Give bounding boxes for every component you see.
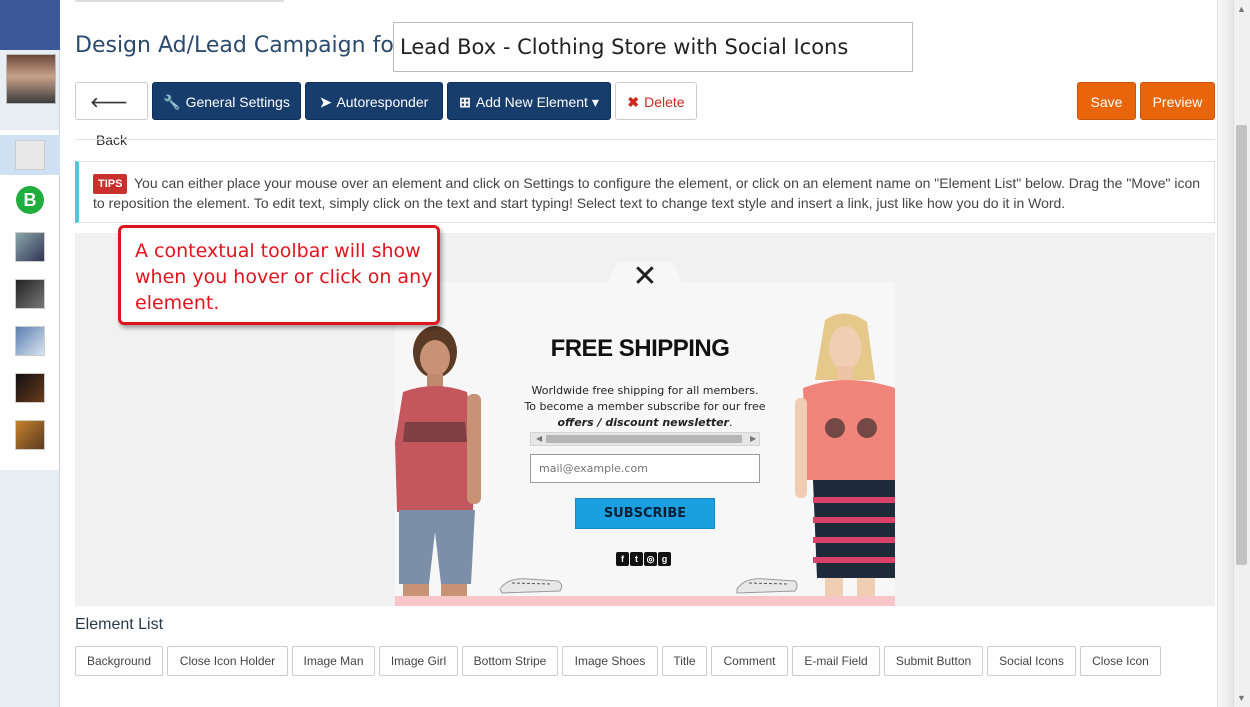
dock-app-icon[interactable] [15, 420, 45, 450]
twitter-icon[interactable]: t [630, 552, 643, 566]
bottom-stripe[interactable] [395, 596, 895, 606]
popup-comment[interactable]: Worldwide free shipping for all members.… [520, 383, 770, 431]
comment-emphasis: offers / discount newsletter [557, 416, 729, 429]
scroll-left-icon[interactable]: ◀ [536, 432, 542, 446]
element-list-item[interactable]: Bottom Stripe [462, 646, 558, 676]
element-list-item[interactable]: Title [662, 646, 707, 676]
scroll-up-icon[interactable]: ▲ [1236, 2, 1247, 16]
plus-square-icon: ⊞ [459, 94, 471, 110]
element-list-item[interactable]: E-mail Field [792, 646, 880, 676]
dock-app-icon[interactable] [15, 232, 45, 262]
element-list-title: Element List [75, 616, 164, 633]
tips-text: You can either place your mouse over an … [93, 175, 1201, 211]
dock-app-icon[interactable] [15, 140, 45, 170]
image-girl[interactable] [795, 310, 895, 606]
element-list-item[interactable]: Comment [711, 646, 788, 676]
page-title: Design Ad/Lead Campaign for [75, 33, 403, 58]
dock-app-icon[interactable] [15, 373, 45, 403]
delete-label: Delete [644, 94, 685, 110]
tips-badge: TIPS [93, 174, 128, 194]
element-list-item[interactable]: Image Man [292, 646, 375, 676]
campaign-name-input[interactable] [393, 22, 913, 72]
times-icon: ✖ [627, 94, 640, 110]
comment-line-end: . [728, 416, 733, 429]
arrow-left-icon: 🡐 [90, 94, 128, 110]
dock-header[interactable] [0, 0, 60, 50]
preview-button[interactable]: Preview [1140, 82, 1215, 120]
social-icons[interactable]: f t ◎ g [616, 552, 671, 566]
element-list-item[interactable]: Image Girl [379, 646, 458, 676]
dock-b-app-icon[interactable]: B [16, 186, 44, 214]
close-icon[interactable]: ✕ [632, 262, 658, 292]
dock-app-icon[interactable] [15, 326, 45, 356]
tips-panel: You can either place your mouse over an … [75, 161, 1215, 223]
facebook-icon[interactable]: f [616, 552, 629, 566]
scroll-down-icon[interactable]: ▼ [1236, 691, 1247, 705]
caret-down-icon: ▾ [587, 94, 599, 110]
google-plus-icon[interactable]: g [658, 552, 671, 566]
divider [75, 139, 1215, 140]
email-field[interactable] [530, 454, 760, 483]
comment-line: offers / discount newsletter. [520, 415, 770, 431]
comment-line: To become a member subscribe for our fre… [524, 400, 766, 413]
autoresponder-button[interactable]: ➤ Autoresponder [305, 82, 443, 120]
element-list-item[interactable]: Image Shoes [562, 646, 658, 676]
element-list-item[interactable]: Close Icon Holder [167, 646, 288, 676]
window-scrollbar-thumb[interactable] [1236, 125, 1247, 565]
comment-line: Worldwide free shipping for all members. [531, 384, 759, 397]
wrench-icon: 🔧 [163, 94, 181, 110]
add-new-element-label: Add New Element [475, 94, 588, 110]
dock-app-icon[interactable] [15, 279, 45, 309]
comment-scrollbar-thumb[interactable] [546, 435, 742, 443]
submit-button[interactable]: SUBSCRIBE [575, 498, 715, 529]
autoresponder-label: Autoresponder [336, 94, 429, 110]
callout-text: A contextual toolbar will show when you … [135, 240, 433, 314]
delete-button[interactable]: ✖ Delete [615, 82, 697, 120]
save-button[interactable]: Save [1077, 82, 1136, 120]
callout-annotation: A contextual toolbar will show when you … [118, 225, 440, 325]
image-man[interactable] [395, 322, 505, 606]
page-edge [1217, 0, 1233, 707]
scroll-right-icon[interactable]: ▶ [750, 432, 756, 446]
avatar[interactable] [6, 54, 56, 104]
popup-title[interactable]: FREE SHIPPING [540, 335, 740, 363]
element-list-item[interactable]: Submit Button [884, 646, 983, 676]
general-settings-button[interactable]: 🔧 General Settings [152, 82, 301, 120]
image-shoes[interactable] [498, 575, 564, 595]
element-list-item[interactable]: Close Icon [1080, 646, 1161, 676]
paper-plane-icon: ➤ [319, 94, 332, 110]
image-shoes-right[interactable] [733, 575, 799, 595]
element-list-item[interactable]: Social Icons [987, 646, 1076, 676]
element-list-item[interactable]: Background [75, 646, 163, 676]
back-button-label: Back [95, 132, 128, 148]
top-divider [75, 0, 284, 2]
add-new-element-button[interactable]: ⊞ Add New Element ▾ [447, 82, 611, 120]
general-settings-label: General Settings [185, 94, 290, 110]
back-button[interactable]: 🡐 Back [75, 82, 148, 148]
instagram-icon[interactable]: ◎ [644, 552, 657, 566]
